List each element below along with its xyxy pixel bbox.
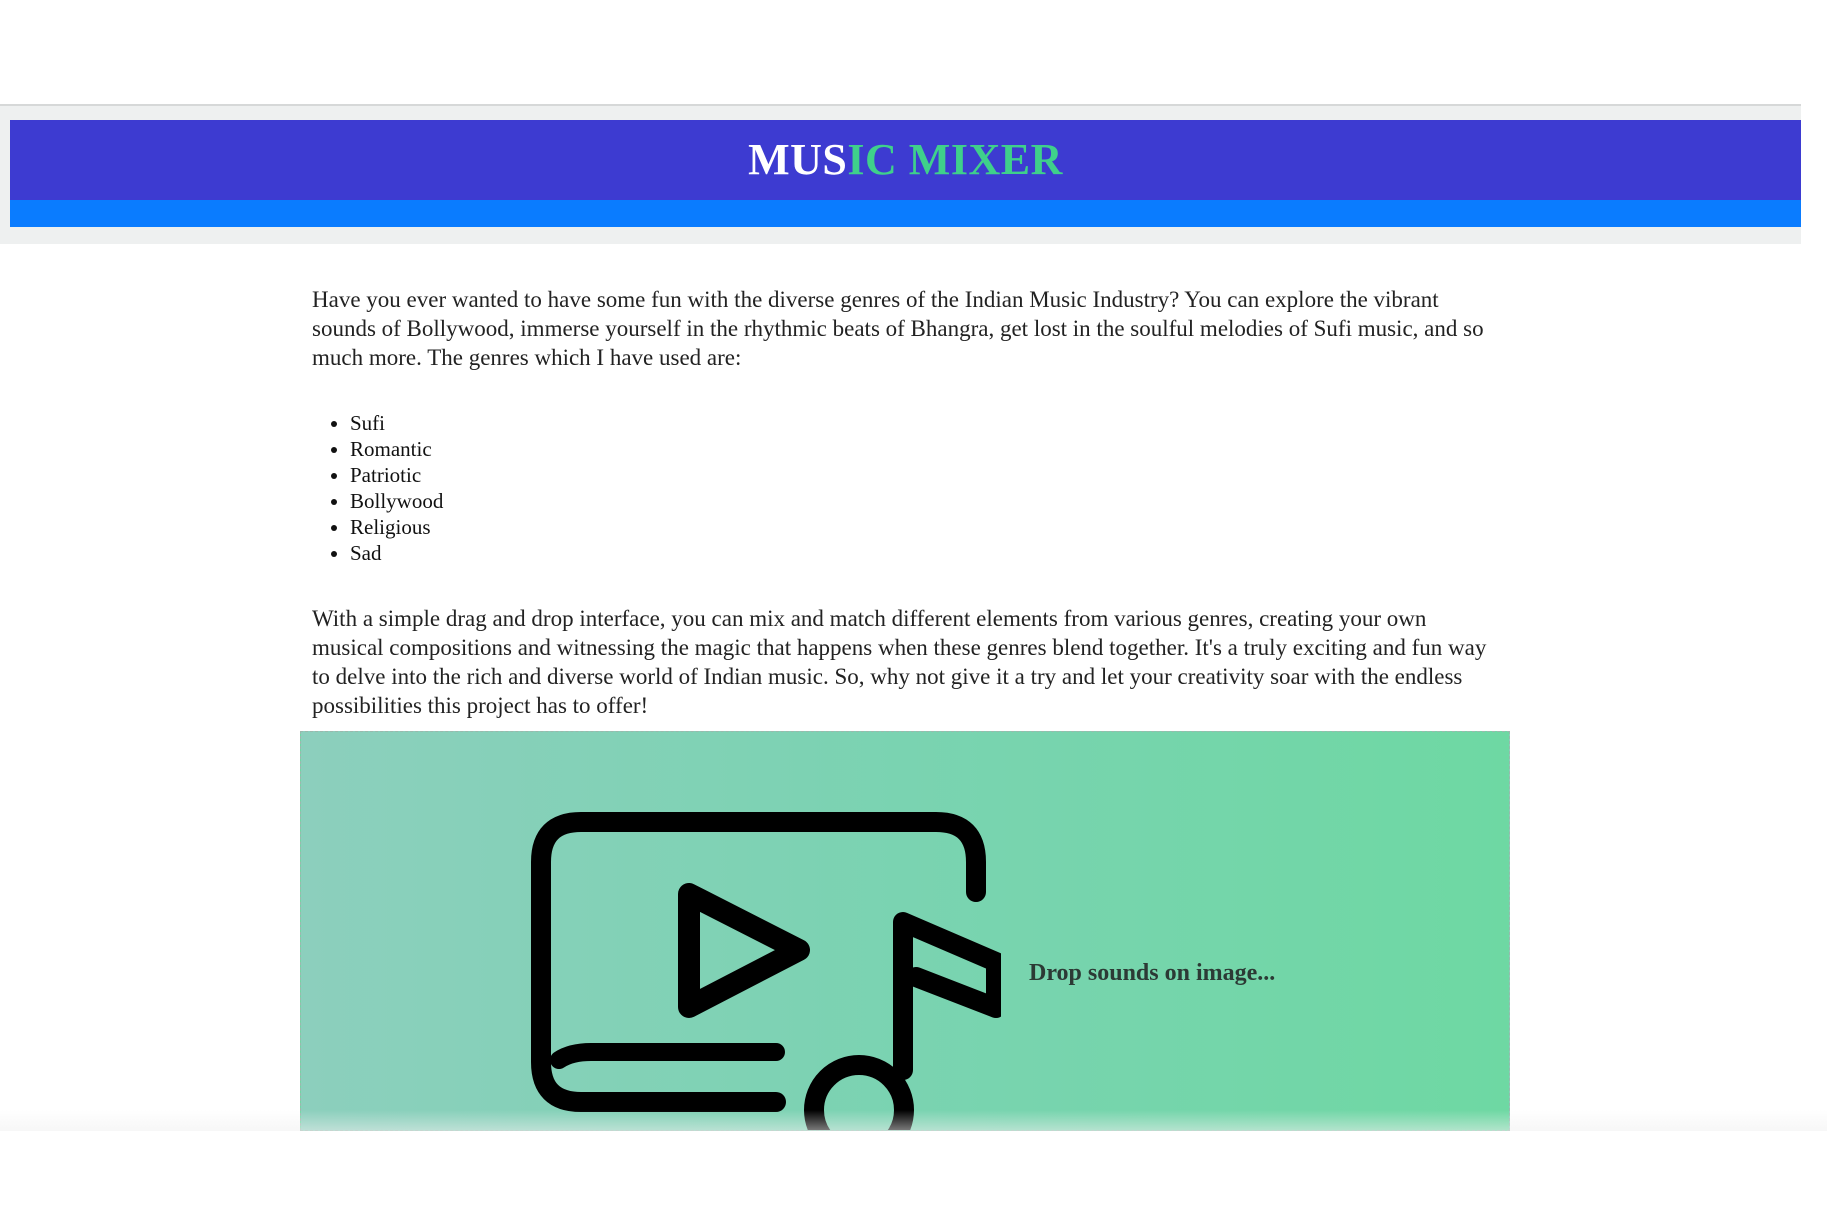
genre-list-item: Patriotic [350,462,1502,488]
header-underbar [10,200,1801,227]
outro-paragraph: With a simple drag and drop interface, y… [312,606,1487,718]
genre-list-item: Bollywood [350,488,1502,514]
genre-list-item: Sufi [350,410,1502,436]
page-bottom-blank [0,1131,1827,1218]
app-title-part-green: IC MIXER [847,135,1063,184]
drop-zone-label: Drop sounds on image... [1029,960,1276,986]
intro-paragraph: Have you ever wanted to have some fun wi… [312,287,1484,370]
header-bar: MUSIC MIXER [10,120,1801,200]
genre-list-item: Religious [350,514,1502,540]
app-title: MUSIC MIXER [748,138,1063,182]
music-video-library-icon [531,812,1001,1130]
drop-zone[interactable]: Drop sounds on image... [300,731,1510,1131]
genre-list-item: Romantic [350,436,1502,462]
genre-list-item: Sad [350,540,1502,566]
app-title-part-white: MUS [748,135,848,184]
genre-list: Sufi Romantic Patriotic Bollywood Religi… [312,410,1502,566]
header-band: MUSIC MIXER [0,104,1801,244]
main-content: Have you ever wanted to have some fun wi… [312,285,1502,720]
